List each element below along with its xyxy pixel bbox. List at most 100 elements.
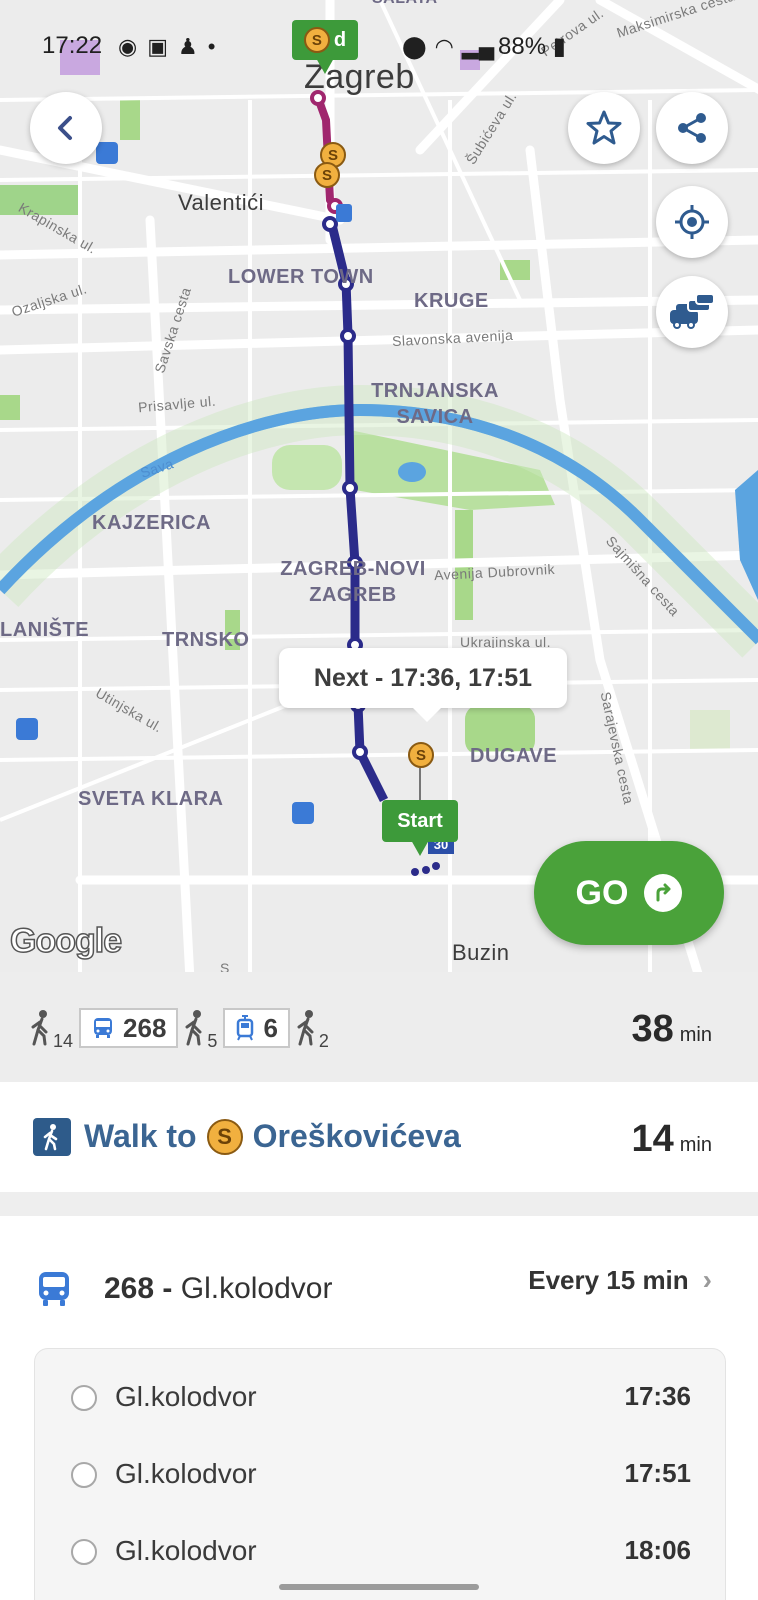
walk-duration-minutes: 14 xyxy=(631,1118,674,1160)
departure-radio[interactable] xyxy=(71,1462,97,1488)
metro-stop-badge: S xyxy=(206,1118,243,1155)
map-label-sveta-klara: SVETA KLARA xyxy=(78,788,224,810)
battery-percent: 88% xyxy=(498,33,547,60)
google-logo: Google xyxy=(9,921,123,961)
map-label-kruge: KRUGE xyxy=(414,290,489,312)
traffic-button[interactable] xyxy=(656,276,728,348)
map-label-lower-town: LOWER TOWN xyxy=(228,266,374,288)
walk-step-row[interactable]: Walk to S Oreškovićeva 14 min xyxy=(0,1082,758,1192)
walk-step-2: 5 xyxy=(184,1010,217,1051)
bus-frequency[interactable]: Every 15 min › xyxy=(528,1264,712,1296)
location-icon: ⬤ xyxy=(402,34,427,59)
total-minutes: 38 xyxy=(631,1008,674,1050)
tram-line-number: 6 xyxy=(263,1012,278,1043)
favorite-button[interactable] xyxy=(568,92,640,164)
status-bar: 17:22 ◉ ▣ ♟ • ⬤ ◠ ▂▄ 88% ▮ xyxy=(0,30,758,66)
departures-list: Gl.kolodvor 17:36 Gl.kolodvor 17:51 Gl.k… xyxy=(34,1348,726,1600)
bus-line-title: 268 - Gl.kolodvor xyxy=(104,1272,332,1306)
map-label-laniste: LANIŠTE xyxy=(0,619,90,641)
dot-icon: • xyxy=(207,34,216,59)
map-base xyxy=(0,0,758,972)
walk-icon xyxy=(297,1010,314,1046)
end-flag[interactable]: S d xyxy=(292,20,358,74)
bus-destination: Gl.kolodvor xyxy=(180,1272,333,1305)
route-steps: 14 268 5 6 2 xyxy=(30,1008,329,1051)
route-summary[interactable]: 14 268 5 6 2 38 min xyxy=(0,972,758,1082)
tram-icon xyxy=(237,1015,254,1041)
departure-time: 17:36 xyxy=(624,1381,692,1411)
departure-time: 17:51 xyxy=(624,1458,692,1488)
bus-line-number: 268 xyxy=(104,1272,155,1305)
home-indicator[interactable] xyxy=(279,1584,479,1590)
sync-icon: ◉ xyxy=(118,34,138,59)
chevron-right-icon: › xyxy=(702,1264,712,1295)
end-stop-badge: S xyxy=(303,27,330,53)
back-button[interactable] xyxy=(30,92,102,164)
end-flag-letter: d xyxy=(333,28,347,51)
walk-instruction: Walk to S Oreškovićeva xyxy=(84,1118,461,1155)
departure-stop: Gl.kolodvor xyxy=(115,1381,257,1412)
wifi-icon: ◠ xyxy=(434,34,454,59)
bus-line-chip: 268 xyxy=(79,1008,179,1048)
tram-line-chip: 6 xyxy=(223,1008,290,1048)
walk-icon xyxy=(31,1010,48,1046)
chevron-left-icon xyxy=(58,116,72,140)
departure-time: 18:06 xyxy=(624,1535,692,1565)
departure-row[interactable]: Gl.kolodvor 17:36 xyxy=(35,1369,727,1429)
walk-icon xyxy=(33,1118,71,1156)
map-label-street-s: S xyxy=(220,960,230,972)
star-icon xyxy=(586,110,622,145)
total-unit: min xyxy=(679,1024,712,1046)
section-divider xyxy=(0,1192,758,1216)
bus-line-number: 268 xyxy=(123,1012,167,1043)
battery-level: 88% ▮ xyxy=(498,32,566,61)
cars-icon xyxy=(670,293,715,329)
map-label-trnsko: TRNSKO xyxy=(162,629,250,651)
total-duration: 38 min xyxy=(631,1008,712,1051)
status-time: 17:22 xyxy=(42,32,103,59)
departure-radio[interactable] xyxy=(71,1385,97,1411)
departure-row[interactable]: Gl.kolodvor 18:06 xyxy=(35,1523,727,1583)
walk-stop-name: Oreškovićeva xyxy=(252,1118,461,1154)
walk-duration-unit: min xyxy=(679,1134,712,1156)
walk-step-1: 14 xyxy=(30,1010,73,1051)
metro-stop-badge-3[interactable]: S xyxy=(408,742,434,768)
bus-icon xyxy=(39,1272,69,1306)
map-label-dugave: DUGAVE xyxy=(470,745,558,767)
map-label-novi-zagreb: ZAGREB-NOVI ZAGREB xyxy=(280,558,426,606)
share-button[interactable] xyxy=(656,92,728,164)
map-label-valentici: Valentići xyxy=(178,190,265,215)
departure-stop: Gl.kolodvor xyxy=(115,1458,257,1489)
walk-step-1-minutes: 14 xyxy=(53,1031,74,1051)
walk-icon xyxy=(185,1010,202,1046)
status-icons-left: ◉ ▣ ♟ • xyxy=(118,34,215,60)
departure-radio[interactable] xyxy=(71,1539,97,1565)
map-label-trnjanska-savica: TRNJANSKA SAVICA xyxy=(371,380,499,428)
my-location-button[interactable] xyxy=(656,186,728,258)
go-label: GO xyxy=(575,873,629,912)
bus-leg-section: 268 - Gl.kolodvor Every 15 min › Gl.kolo… xyxy=(0,1216,758,1600)
map-label-buzin: Buzin xyxy=(452,940,510,965)
start-flag[interactable]: Start xyxy=(382,800,458,856)
crosshair-icon xyxy=(675,205,709,239)
bus-frequency-text: Every 15 min xyxy=(528,1264,689,1295)
battery-icon: ▮ xyxy=(552,33,566,60)
status-icons-right: ⬤ ◠ ▂▄ xyxy=(402,34,494,60)
walk-duration: 14 min xyxy=(631,1118,712,1161)
departure-row[interactable]: Gl.kolodvor 17:51 xyxy=(35,1446,727,1506)
gallery-icon: ▣ xyxy=(147,34,168,59)
next-departures-tooltip[interactable]: Next - 17:36, 17:51 xyxy=(279,648,567,722)
turn-arrow-icon xyxy=(644,874,683,912)
map-label-kajzerica: KAJZERICA xyxy=(92,512,211,534)
bus-line-separator: - xyxy=(162,1272,173,1305)
bus-icon xyxy=(94,1018,113,1038)
map-label-salata: SALATA xyxy=(372,0,438,8)
go-button[interactable]: GO xyxy=(534,841,724,945)
meditation-icon: ♟ xyxy=(178,34,198,59)
walk-prefix: Walk to xyxy=(84,1118,197,1154)
route-map[interactable]: Zagreb Valentići LOWER TOWN KRUGE TRNJAN… xyxy=(0,0,758,972)
walk-step-3-minutes: 2 xyxy=(318,1031,329,1051)
departure-stop: Gl.kolodvor xyxy=(115,1535,257,1566)
metro-stop-badge-2[interactable]: S xyxy=(314,162,340,188)
walk-step-3: 2 xyxy=(296,1010,329,1051)
